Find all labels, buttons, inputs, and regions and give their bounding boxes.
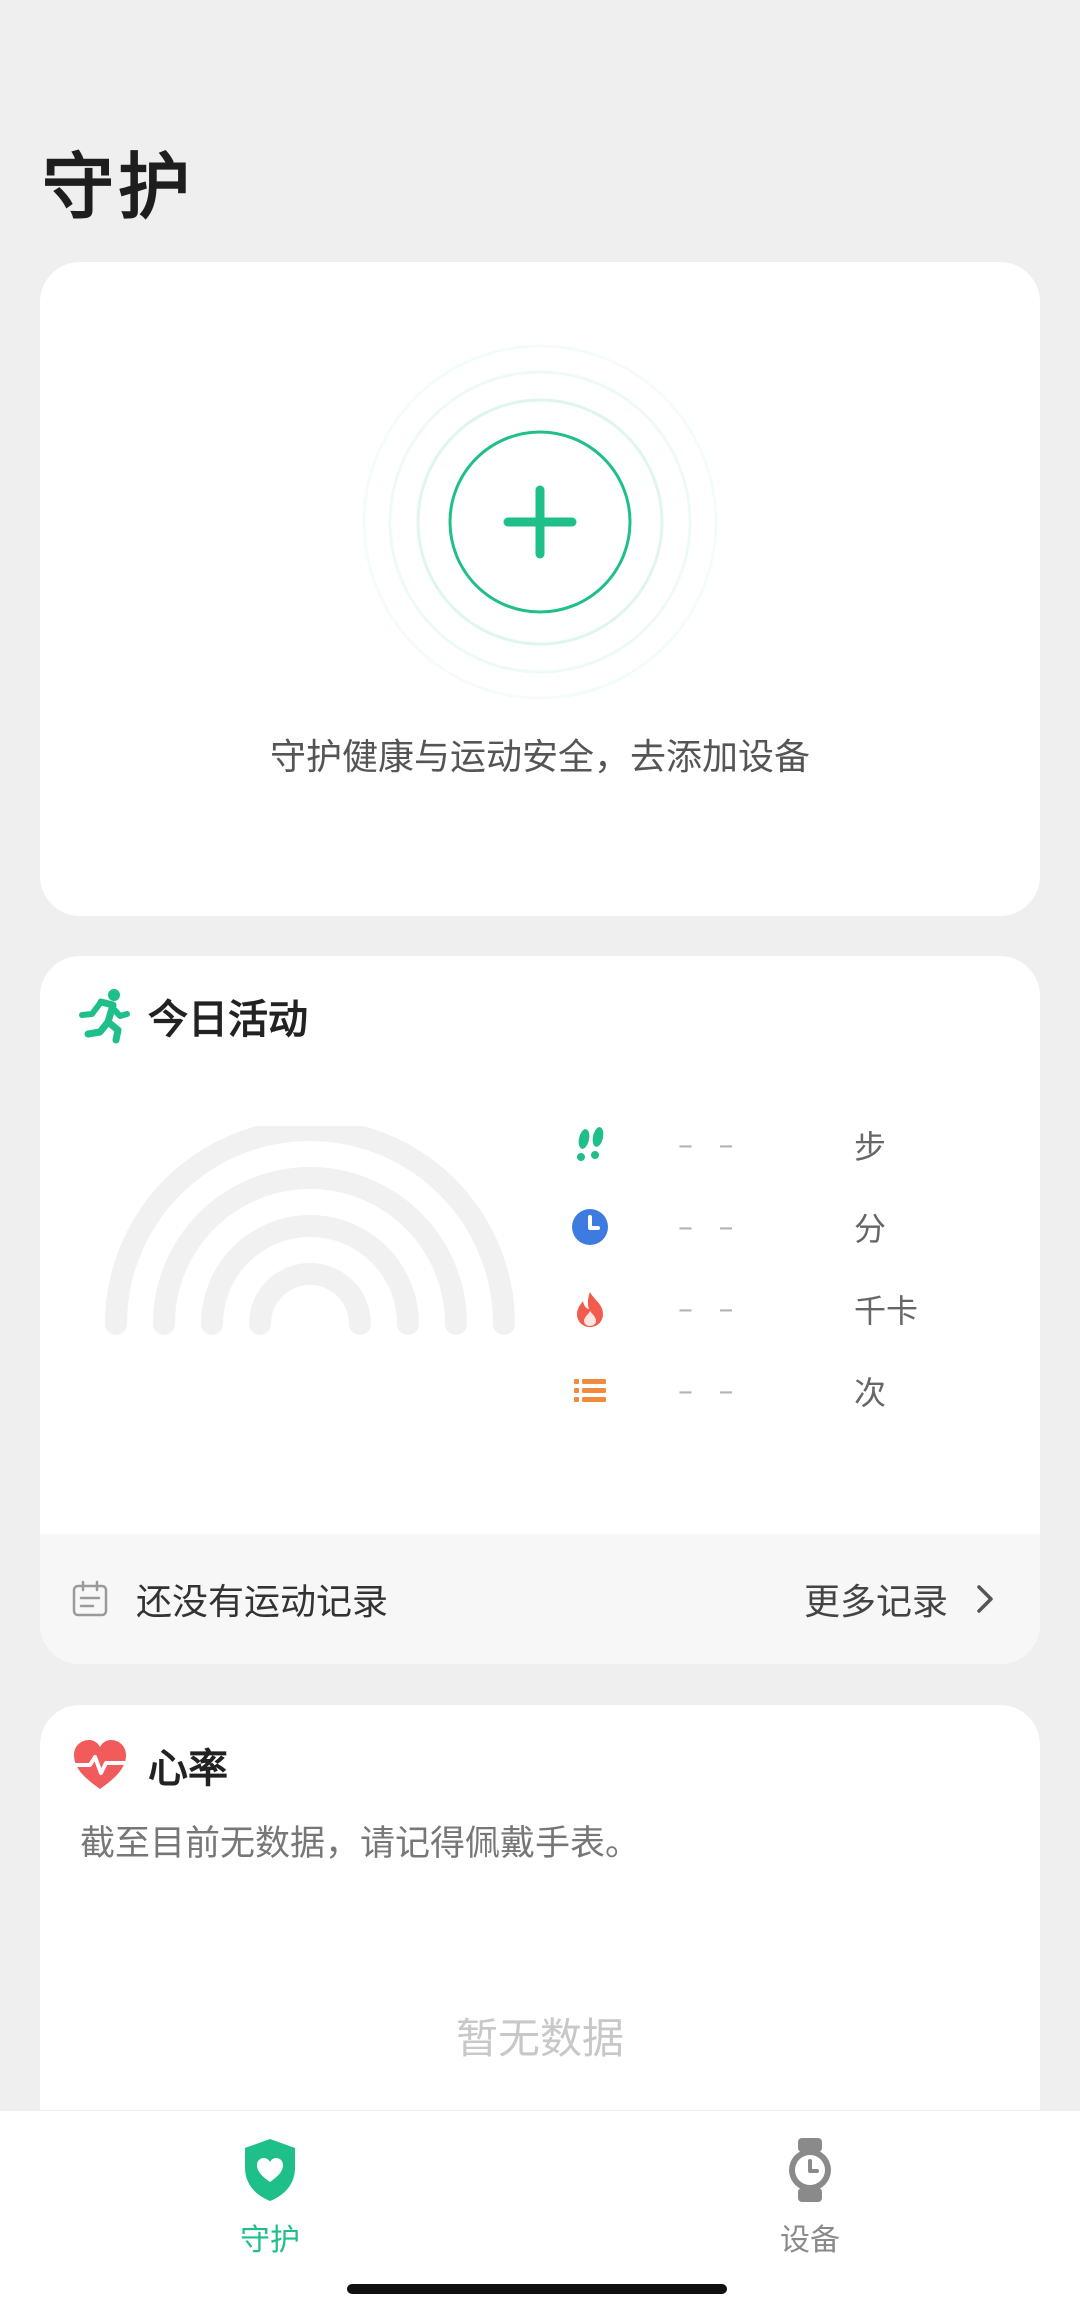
- heart-pulse-icon: [74, 1740, 128, 1789]
- duration-stat: – – 分: [570, 1186, 990, 1268]
- calendar-icon: [72, 1580, 108, 1617]
- nav-tab-guard[interactable]: 守护: [200, 2135, 340, 2265]
- calories-unit: 千卡: [854, 1292, 919, 1330]
- add-device-rings: [362, 344, 718, 700]
- steps-stat: – – 步: [570, 1104, 990, 1186]
- duration-value: – –: [678, 1209, 742, 1245]
- nav-tab-device-label: 设备: [780, 2223, 840, 2258]
- chevron-right-icon: [977, 1585, 993, 1613]
- add-device-prompt: 守护健康与运动安全，去添加设备: [269, 737, 810, 778]
- home-indicator[interactable]: [347, 2284, 727, 2294]
- nav-tab-device[interactable]: 设备: [740, 2135, 880, 2265]
- activity-stats: – – 步 – – 分 – – 千卡 – – 次: [570, 1104, 990, 1432]
- list-icon: [574, 1379, 606, 1402]
- footsteps-icon: [577, 1127, 604, 1161]
- count-stat: – – 次: [570, 1350, 990, 1432]
- heart-rate-description: 截至目前无数据，请记得佩戴手表。: [80, 1824, 641, 1864]
- steps-unit: 步: [854, 1128, 887, 1166]
- nav-tab-guard-label: 守护: [240, 2223, 300, 2258]
- activity-title: 今日活动: [148, 997, 308, 1043]
- count-value: – –: [678, 1373, 742, 1409]
- calories-value: – –: [678, 1291, 742, 1327]
- shield-heart-icon: [245, 2139, 295, 2201]
- watch-icon: [789, 2138, 831, 2202]
- duration-unit: 分: [854, 1210, 887, 1248]
- flame-icon: [577, 1292, 603, 1327]
- page-title: 守护: [42, 145, 195, 229]
- exercise-record-bar[interactable]: 还没有运动记录 更多记录: [40, 1534, 1040, 1664]
- today-activity-card[interactable]: 今日活动 – – 步 – – 分 – – 千卡 – – 次 还没有运动记录 更多…: [40, 956, 1040, 1664]
- add-device-card[interactable]: 守护健康与运动安全，去添加设备: [40, 262, 1040, 916]
- guard-page: 守护 守护健康与运动安全，去添加设备 今日活动 – – 步 – – 分 – – …: [0, 0, 1080, 2310]
- activity-rings-chart: [105, 1126, 515, 1335]
- heart-rate-empty-state: 暂无数据: [455, 2014, 624, 2063]
- clock-icon: [572, 1209, 608, 1245]
- no-record-text: 还没有运动记录: [136, 1582, 389, 1623]
- heart-rate-title: 心率: [148, 1746, 228, 1792]
- calories-stat: – – 千卡: [570, 1268, 990, 1350]
- count-unit: 次: [854, 1374, 887, 1412]
- activity-header: 今日活动: [68, 984, 308, 1048]
- bottom-navigation: 守护 设备: [0, 2110, 1080, 2310]
- add-device-button[interactable]: [448, 430, 632, 614]
- steps-value: – –: [678, 1127, 742, 1163]
- running-person-icon: [79, 989, 130, 1044]
- heart-rate-header: 心率: [68, 1733, 228, 1797]
- more-records-link[interactable]: 更多记录: [804, 1573, 1000, 1625]
- more-records-label: 更多记录: [803, 1582, 948, 1623]
